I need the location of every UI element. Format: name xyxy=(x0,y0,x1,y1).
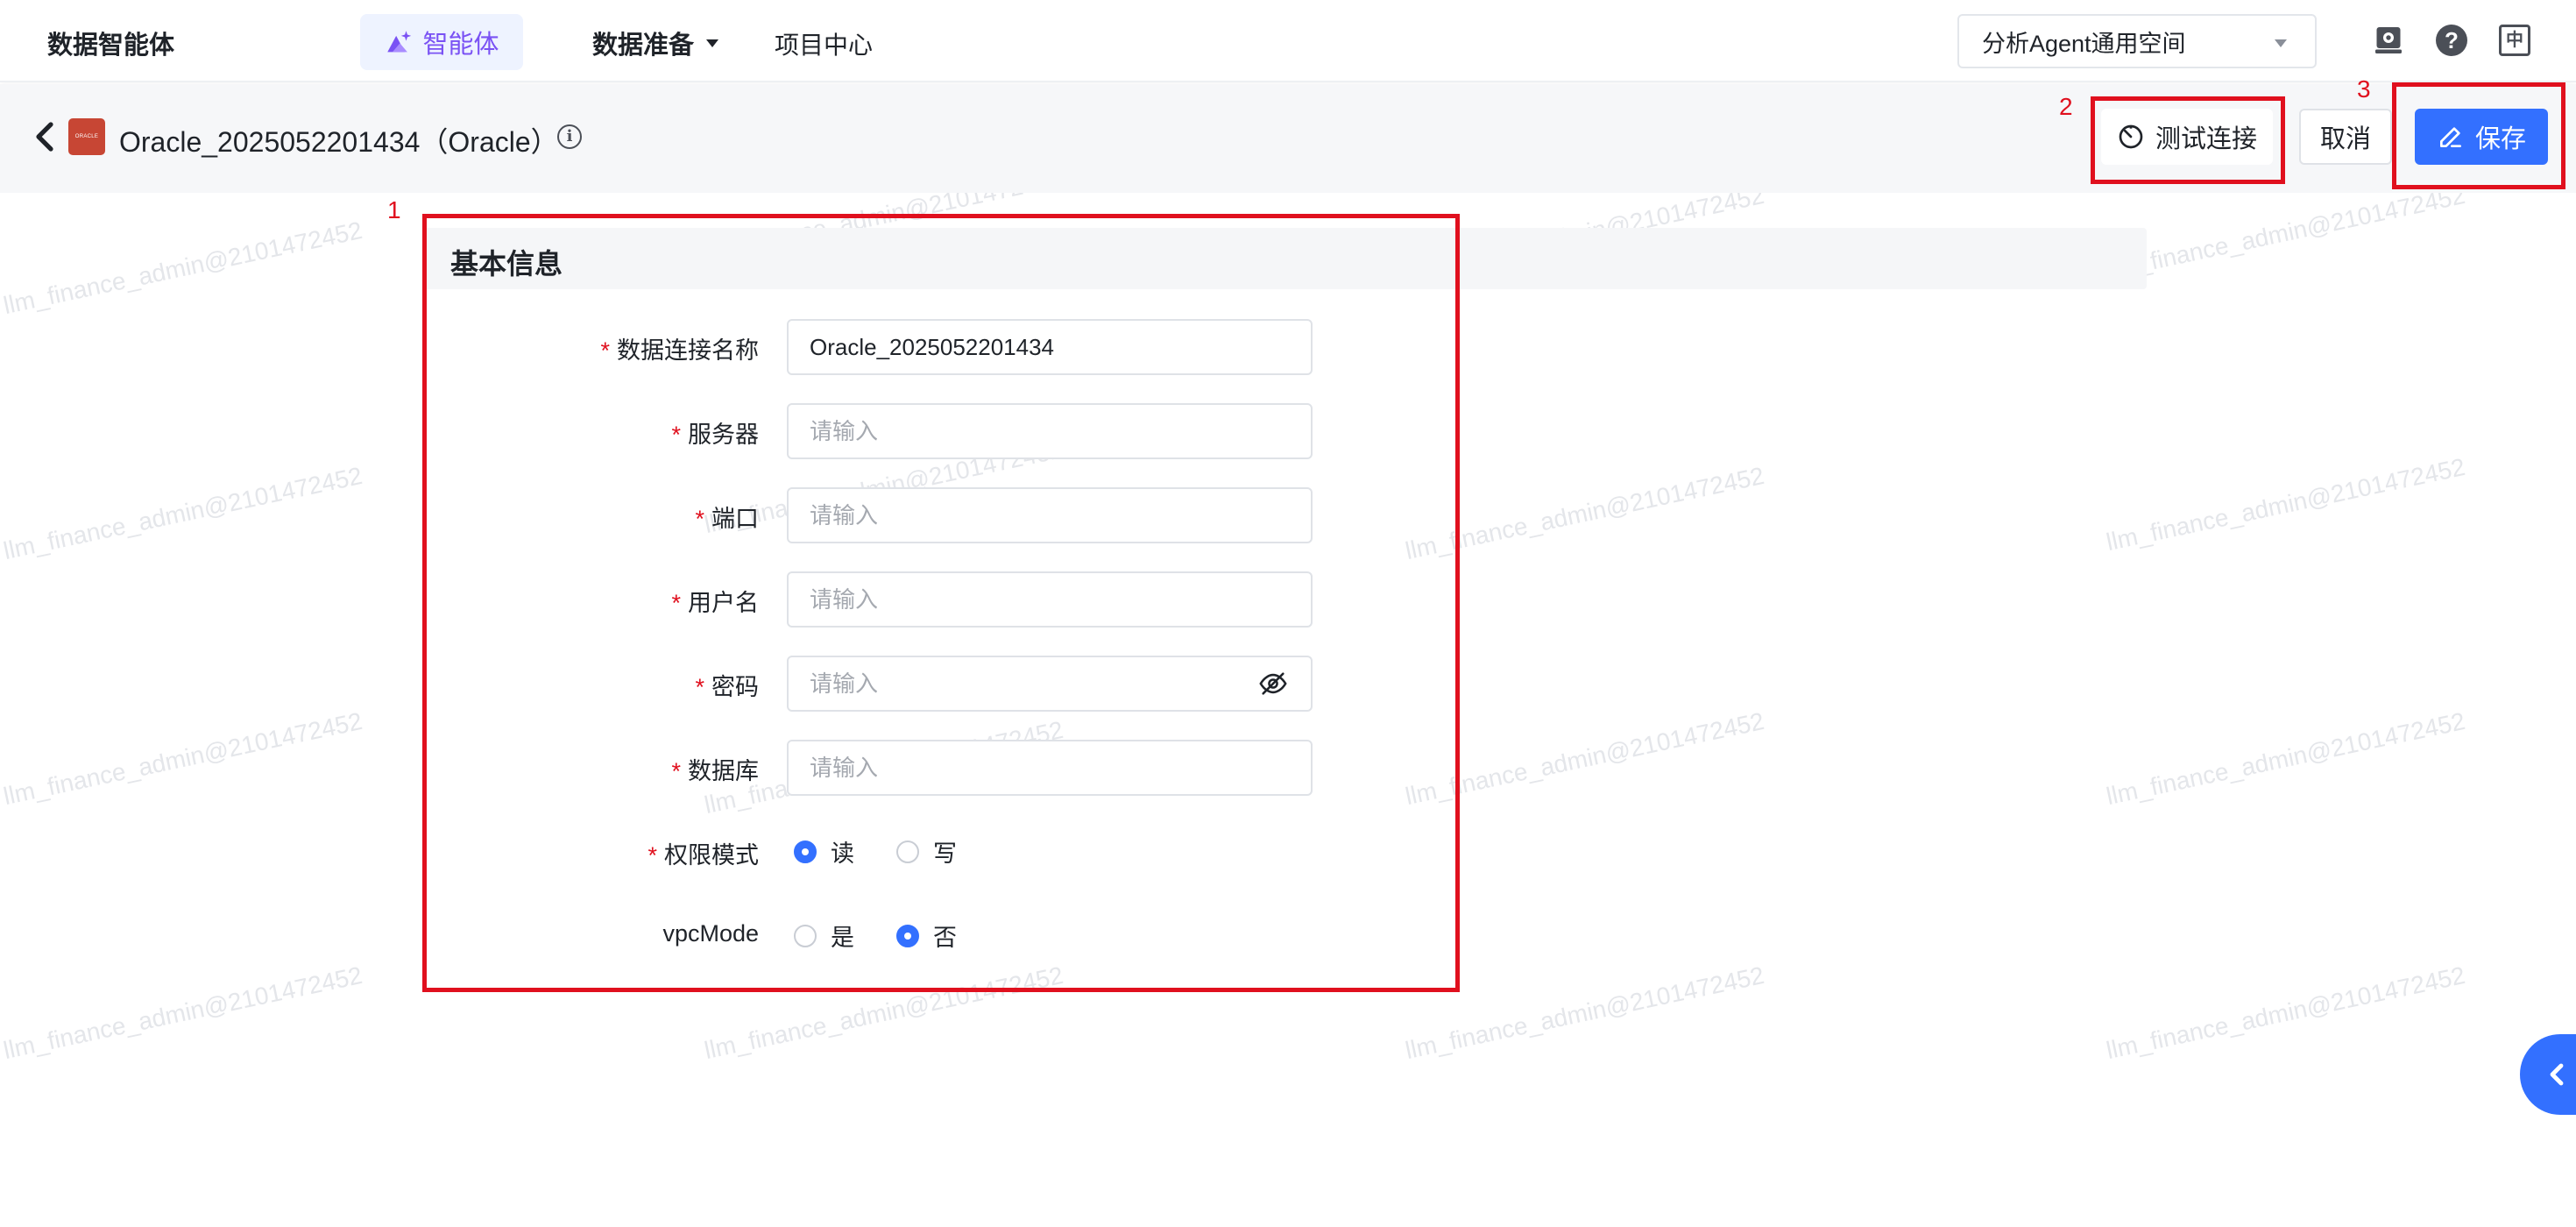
language-icon[interactable]: 中 xyxy=(2499,25,2530,56)
nav-item-agent[interactable]: 智能体 xyxy=(360,14,523,70)
back-arrow-icon[interactable] xyxy=(32,121,56,152)
workspace-select[interactable]: 分析Agent通用空间 xyxy=(1957,14,2317,68)
watermark: llm_finance_admin@2101472452 xyxy=(1,706,365,811)
agent-sparkle-icon xyxy=(387,31,412,53)
annotation-number-2: 2 xyxy=(2059,93,2073,120)
annotation-box-form xyxy=(422,214,1460,992)
brand-title: 数据智能体 xyxy=(47,32,175,60)
page: llm_finance_admin@2101472452 llm_finance… xyxy=(0,0,2576,1227)
chevron-left-icon xyxy=(2550,1063,2564,1086)
page-title: Oracle_2025052201434（Oracle） xyxy=(119,126,559,158)
oracle-logo: ORACLE xyxy=(68,118,105,155)
nav-item-agent-label: 智能体 xyxy=(422,31,499,59)
help-icon[interactable]: ? xyxy=(2436,25,2467,56)
nav-item-data-prep[interactable]: 数据准备 xyxy=(592,25,719,61)
caret-down-icon xyxy=(706,39,719,47)
annotation-number-1: 1 xyxy=(387,196,401,223)
cancel-button[interactable]: 取消 xyxy=(2299,109,2392,165)
watermark: llm_finance_admin@2101472452 xyxy=(2104,961,2468,1065)
nav-item-data-prep-label: 数据准备 xyxy=(592,32,695,60)
watermark: llm_finance_admin@2101472452 xyxy=(2104,452,2468,557)
admin-settings-icon[interactable] xyxy=(2373,25,2404,56)
side-panel-toggle[interactable] xyxy=(2520,1034,2576,1115)
watermark: llm_finance_admin@2101472452 xyxy=(1,961,365,1065)
info-icon[interactable]: i xyxy=(557,124,582,149)
annotation-number-3: 3 xyxy=(2357,75,2371,103)
watermark: llm_finance_admin@2101472452 xyxy=(1,461,365,565)
watermark: llm_finance_admin@2101472452 xyxy=(1,216,365,320)
dropdown-arrow-icon xyxy=(2275,39,2287,47)
watermark: llm_finance_admin@2101472452 xyxy=(2104,706,2468,811)
nav-item-project-center[interactable]: 项目中心 xyxy=(775,26,873,61)
annotation-box-test xyxy=(2091,96,2285,184)
watermark: llm_finance_admin@2101472452 xyxy=(2104,181,2468,285)
workspace-select-value: 分析Agent通用空间 xyxy=(1982,30,2186,57)
annotation-box-save xyxy=(2392,82,2565,189)
top-nav: 数据智能体 智能体 数据准备 项目中心 分析Agent通用空间 ? 中 xyxy=(0,0,2576,82)
